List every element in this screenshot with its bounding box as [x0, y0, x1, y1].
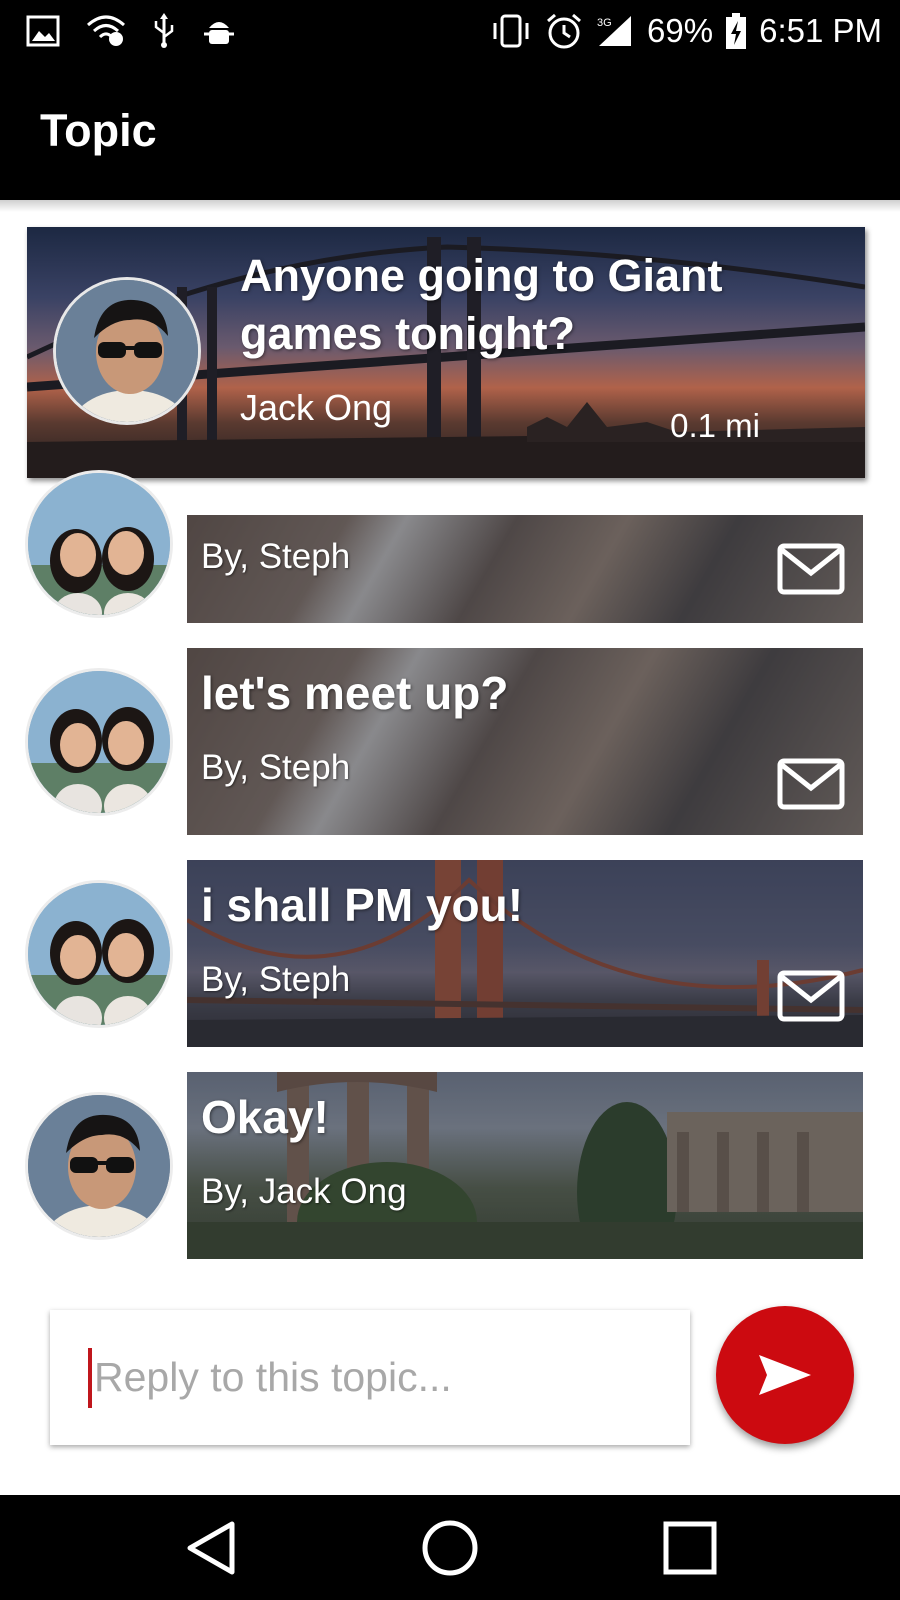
android-debug-icon [202, 14, 236, 48]
list-item[interactable]: By, Steph [0, 470, 900, 625]
send-icon [759, 1355, 811, 1395]
reply-author: By, Jack Ong [201, 1172, 407, 1211]
svg-text:3G: 3G [597, 17, 612, 29]
topic-card[interactable]: Anyone going to Giant games tonight? Jac… [27, 227, 865, 478]
reply-avatar[interactable] [25, 880, 173, 1028]
back-triangle-icon [187, 1521, 235, 1574]
battery-charging-icon [725, 13, 747, 49]
signal-icon: 3G [595, 14, 635, 48]
reply-input[interactable] [94, 1354, 664, 1401]
reply-card[interactable]: i shall PM you! By, Steph [187, 860, 863, 1047]
topic-title: Anyone going to Giant games tonight? [240, 250, 723, 359]
battery-percent: 69% [647, 12, 714, 49]
back-button[interactable] [165, 1503, 255, 1593]
mail-icon[interactable] [777, 758, 845, 810]
gallery-icon [26, 15, 60, 47]
list-item[interactable]: i shall PM you! By, Steph [0, 860, 900, 1048]
send-button[interactable] [716, 1306, 854, 1444]
reply-avatar[interactable] [25, 668, 173, 816]
app-bar: Topic [0, 62, 900, 200]
home-circle-icon [422, 1520, 478, 1575]
reply-card[interactable]: By, Steph [187, 515, 863, 623]
reply-avatar[interactable] [25, 470, 173, 618]
reply-message: i shall PM you! [201, 879, 524, 931]
reply-message: Okay! [201, 1091, 329, 1143]
author-avatar[interactable] [53, 277, 201, 425]
mail-icon[interactable] [777, 970, 845, 1022]
reply-input-container[interactable] [50, 1310, 690, 1445]
reply-card[interactable]: let's meet up? By, Steph [187, 648, 863, 835]
topic-author: Jack Ong [240, 387, 393, 428]
reply-message: let's meet up? [201, 667, 509, 719]
reply-card[interactable]: Okay! By, Jack Ong [187, 1072, 863, 1259]
status-time: 6:51 PM [759, 12, 882, 49]
usb-icon [152, 13, 176, 49]
list-item[interactable]: Okay! By, Jack Ong [0, 1072, 900, 1260]
topic-distance: 0.1 mi [670, 407, 760, 444]
reply-avatar[interactable] [25, 1092, 173, 1240]
wifi-icon [86, 15, 126, 47]
mail-icon[interactable] [777, 543, 845, 595]
reply-author: By, Steph [201, 960, 351, 999]
recents-square-icon [663, 1521, 717, 1574]
reply-author: By, Steph [201, 537, 351, 576]
reply-author: By, Steph [201, 748, 351, 787]
page-title: Topic [40, 105, 157, 156]
vibrate-icon [489, 14, 533, 48]
recents-button[interactable] [645, 1503, 735, 1593]
alarm-icon [545, 13, 583, 49]
app-bar-shadow [0, 200, 900, 212]
text-cursor [88, 1347, 92, 1408]
home-button[interactable] [405, 1503, 495, 1593]
list-item[interactable]: let's meet up? By, Steph [0, 648, 900, 836]
status-bar: 3G 69% 6:51 PM [0, 0, 900, 62]
navigation-bar [0, 1495, 900, 1600]
